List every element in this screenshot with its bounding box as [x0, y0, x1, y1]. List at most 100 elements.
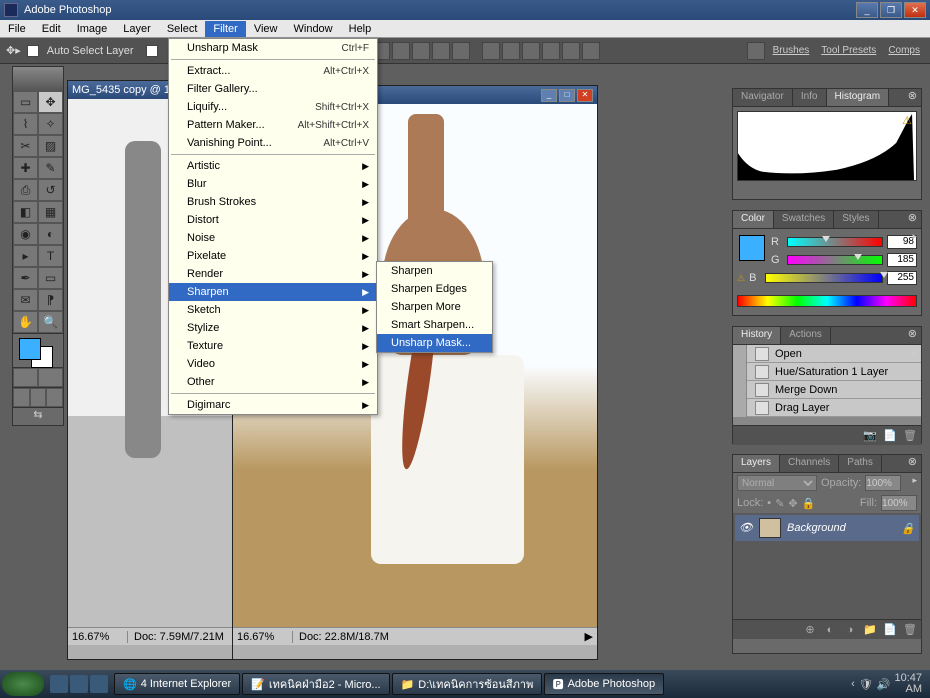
ql-icon[interactable] — [50, 675, 68, 693]
lock-all-icon[interactable]: 🔒 — [802, 497, 816, 510]
submenu-unsharp-mask[interactable]: Unsharp Mask... — [377, 334, 492, 352]
new-doc-icon[interactable]: 📄 — [883, 429, 897, 442]
mask-icon[interactable]: ◐ — [823, 624, 837, 636]
menuitem-stylize[interactable]: Stylize▶ — [169, 319, 377, 337]
trash-icon[interactable]: 🗑 — [903, 623, 917, 636]
layer-row[interactable]: 👁 Background 🔒 — [735, 515, 919, 541]
doc1-zoom[interactable]: 16.67% — [68, 631, 128, 643]
layer-thumb[interactable] — [759, 518, 781, 538]
heal-tool[interactable]: ✚ — [13, 157, 38, 179]
new-layer-icon[interactable]: 📄 — [883, 623, 897, 636]
menu-file[interactable]: File — [0, 21, 34, 37]
notes-tool[interactable]: ✉ — [13, 289, 38, 311]
panel-close-icon[interactable]: ⊗ — [904, 89, 921, 106]
gamut-warning-icon[interactable]: ⚠ — [737, 273, 745, 284]
menu-select[interactable]: Select — [159, 21, 206, 37]
blur-tool[interactable]: ◉ — [13, 223, 38, 245]
fx-icon[interactable]: ⊕ — [803, 623, 817, 636]
submenu-sharpen[interactable]: Sharpen — [377, 262, 492, 280]
gradient-tool[interactable]: ▦ — [38, 201, 63, 223]
fg-color-swatch[interactable] — [19, 338, 41, 360]
menuitem-video[interactable]: Video▶ — [169, 355, 377, 373]
history-item[interactable]: Drag Layer — [733, 399, 921, 417]
auto-select-checkbox[interactable] — [27, 45, 39, 57]
menu-window[interactable]: Window — [286, 21, 341, 37]
menuitem-pixelate[interactable]: Pixelate▶ — [169, 247, 377, 265]
doc2-hscroll[interactable] — [233, 645, 597, 659]
menu-edit[interactable]: Edit — [34, 21, 69, 37]
align-icon[interactable] — [392, 42, 410, 60]
clock[interactable]: 10:47 AM — [894, 673, 922, 695]
tab-info[interactable]: Info — [793, 89, 827, 106]
submenu-sharpen-more[interactable]: Sharpen More — [377, 298, 492, 316]
b-value[interactable]: 255 — [887, 271, 917, 285]
warning-icon[interactable]: ⚠ — [902, 114, 912, 127]
doc2-minimize[interactable]: _ — [541, 89, 557, 102]
folder-icon[interactable]: 📁 — [863, 623, 877, 636]
menuitem-sharpen[interactable]: Sharpen▶ — [169, 283, 377, 301]
color-swatches[interactable] — [13, 333, 63, 367]
screenmode-2[interactable] — [30, 388, 47, 407]
eraser-tool[interactable]: ◧ — [13, 201, 38, 223]
restore-button[interactable]: ❐ — [880, 2, 902, 18]
tab-tool-presets[interactable]: Tool Presets — [817, 43, 880, 58]
layer-name[interactable]: Background — [787, 522, 846, 534]
tab-swatches[interactable]: Swatches — [774, 211, 834, 228]
menu-help[interactable]: Help — [341, 21, 380, 37]
r-slider[interactable] — [787, 237, 883, 247]
tab-channels[interactable]: Channels — [780, 455, 839, 472]
ql-icon[interactable] — [70, 675, 88, 693]
tray-icon[interactable]: 🔊 — [877, 678, 891, 691]
menu-image[interactable]: Image — [69, 21, 116, 37]
panel-close-icon[interactable]: ⊗ — [904, 211, 921, 228]
lock-move-icon[interactable]: ✥ — [788, 497, 797, 510]
jump-to-imageready[interactable]: ⇆ — [13, 407, 63, 425]
show-bbox-checkbox[interactable] — [146, 45, 158, 57]
menu-layer[interactable]: Layer — [115, 21, 159, 37]
history-item[interactable]: Open — [733, 345, 921, 363]
minimize-button[interactable]: _ — [856, 2, 878, 18]
move-tool[interactable]: ✥ — [38, 91, 63, 113]
taskbar-item[interactable]: 📝เทคนิคฝ่ามือ2 - Micro... — [242, 673, 389, 695]
menuitem-artistic[interactable]: Artistic▶ — [169, 157, 377, 175]
color-preview-swatch[interactable] — [739, 235, 765, 261]
stamp-tool[interactable]: ⎙ — [13, 179, 38, 201]
workspace-icon[interactable] — [747, 42, 765, 60]
menuitem-vanishing-point[interactable]: Vanishing Point...Alt+Ctrl+V — [169, 134, 377, 152]
distribute-icon[interactable] — [502, 42, 520, 60]
blend-mode-select[interactable]: Normal — [737, 475, 817, 491]
slice-tool[interactable]: ▨ — [38, 135, 63, 157]
tab-brushes[interactable]: Brushes — [769, 43, 814, 58]
b-slider[interactable] — [765, 273, 883, 283]
menuitem-filter-gallery[interactable]: Filter Gallery... — [169, 80, 377, 98]
screenmode-3[interactable] — [46, 388, 63, 407]
tab-layers[interactable]: Layers — [733, 455, 780, 472]
pen-tool[interactable]: ✒ — [13, 267, 38, 289]
taskbar-item-active[interactable]: 🅿Adobe Photoshop — [544, 673, 664, 695]
doc2-close[interactable]: ✕ — [577, 89, 593, 102]
panel-menu-icon[interactable]: ▸ — [912, 231, 917, 242]
align-icon[interactable] — [412, 42, 430, 60]
distribute-icon[interactable] — [562, 42, 580, 60]
menuitem-digimarc[interactable]: Digimarc▶ — [169, 396, 377, 414]
menuitem-other[interactable]: Other▶ — [169, 373, 377, 391]
adjustment-icon[interactable]: ◑ — [843, 624, 857, 636]
tab-histogram[interactable]: Histogram — [827, 89, 890, 106]
wand-tool[interactable]: ✧ — [38, 113, 63, 135]
start-button[interactable] — [2, 672, 44, 696]
menuitem-last-filter[interactable]: Unsharp Mask Ctrl+F — [169, 39, 377, 57]
distribute-icon[interactable] — [522, 42, 540, 60]
new-snapshot-icon[interactable]: 📷 — [863, 429, 877, 442]
menu-view[interactable]: View — [246, 21, 286, 37]
g-slider[interactable] — [787, 255, 883, 265]
menuitem-brush-strokes[interactable]: Brush Strokes▶ — [169, 193, 377, 211]
type-tool[interactable]: T — [38, 245, 63, 267]
panel-menu-icon[interactable]: ▸ — [912, 475, 917, 486]
panel-close-icon[interactable]: ⊗ — [904, 327, 921, 344]
history-item[interactable]: Hue/Saturation 1 Layer — [733, 363, 921, 381]
hand-tool[interactable]: ✋ — [13, 311, 38, 333]
menuitem-pattern-maker[interactable]: Pattern Maker...Alt+Shift+Ctrl+X — [169, 116, 377, 134]
color-ramp[interactable] — [737, 295, 917, 307]
quickmask-on[interactable] — [38, 368, 63, 387]
menuitem-distort[interactable]: Distort▶ — [169, 211, 377, 229]
